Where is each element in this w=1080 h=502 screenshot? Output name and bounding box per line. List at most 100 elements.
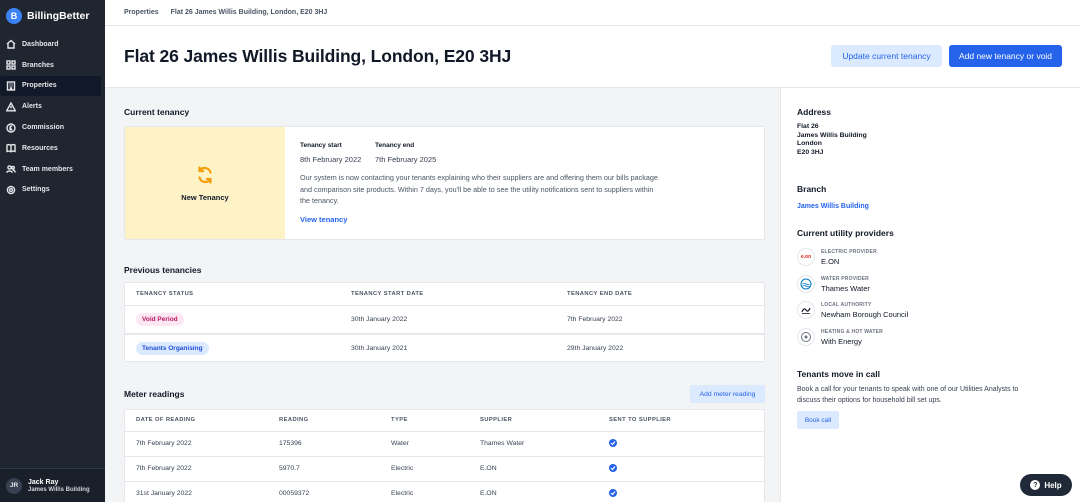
view-tenancy-link[interactable]: View tenancy: [300, 215, 347, 224]
provider-local-authority: LOCAL AUTHORITY Newham Borough Council: [797, 301, 908, 319]
table-row[interactable]: 7th February 2022 5970.7 Electric E.ON: [125, 456, 764, 481]
add-tenancy-button[interactable]: Add new tenancy or void: [949, 45, 1062, 67]
breadcrumb-properties[interactable]: Properties: [124, 9, 159, 16]
user-profile[interactable]: JR Jack Ray James Willis Building: [0, 468, 105, 502]
page-header: Flat 26 James Willis Building, London, E…: [105, 26, 1080, 88]
column-header: SENT TO SUPPLIER: [609, 417, 672, 424]
tenancy-badge-panel: New Tenancy: [125, 127, 285, 239]
column-header: SUPPLIER: [480, 417, 513, 424]
column-header: TENANCY STATUS: [136, 290, 194, 297]
table-row[interactable]: 7th February 2022 175396 Water Thames Wa…: [125, 431, 764, 456]
reading-type: Electric: [391, 490, 414, 498]
provider-heating: HEATING & HOT WATER With Energy: [797, 328, 883, 346]
meter-readings-title: Meter readings: [124, 389, 185, 399]
tenancy-start-label: Tenancy start: [300, 142, 342, 149]
table-row[interactable]: Void Period 30th January 2022 7th Februa…: [125, 305, 764, 334]
check-icon: [609, 489, 617, 498]
current-tenancy-card: New Tenancy Tenancy start 8th February 2…: [124, 126, 765, 240]
table-row[interactable]: Tenants Organising 30th January 2021 29t…: [125, 334, 764, 362]
provider-name: Thames Water: [821, 283, 870, 293]
reading-supplier: E.ON: [480, 490, 497, 498]
brand[interactable]: B BillingBetter: [6, 8, 89, 24]
building-icon: [6, 81, 16, 91]
column-header: READING: [279, 417, 309, 424]
column-header: TENANCY END DATE: [567, 290, 633, 297]
sidebar-item-dashboard[interactable]: Dashboard: [0, 34, 101, 55]
tenancy-start: Tenancy start 8th February 2022: [300, 142, 361, 164]
status-badge: Void Period: [136, 312, 184, 326]
help-icon: ?: [1030, 480, 1041, 490]
help-button[interactable]: ? Help: [1020, 474, 1072, 496]
provider-category: ELECTRIC PROVIDER: [821, 248, 877, 255]
sidebar-item-resources[interactable]: Resources: [0, 138, 101, 159]
provider-electric: e.on ELECTRIC PROVIDER E.ON: [797, 248, 877, 266]
provider-name: E.ON: [821, 256, 840, 266]
reading-supplier: Thames Water: [480, 440, 525, 447]
property-details-panel: Address Flat 26 James Willis Building Lo…: [780, 88, 1080, 502]
book-icon: [6, 143, 16, 154]
check-icon: [609, 439, 617, 447]
reading-supplier: E.ON: [480, 465, 497, 472]
column-header: TENANCY START DATE: [351, 290, 424, 297]
grid-icon: [6, 60, 16, 70]
reading-value: 00059372: [279, 490, 310, 498]
column-header: DATE OF READING: [136, 417, 196, 424]
breadcrumb: Properties Flat 26 James Willis Building…: [105, 0, 1080, 26]
reading-date: 7th February 2022: [136, 440, 192, 447]
sidebar: B BillingBetter Dashboard Branches Prope…: [0, 0, 105, 502]
user-branch: James Willis Building: [28, 486, 90, 493]
sidebar-item-label: Commission: [22, 124, 65, 132]
tenancy-end-label: Tenancy end: [375, 142, 415, 149]
address-line: E20 3HJ: [797, 148, 824, 156]
sidebar-nav: Dashboard Branches Properties Alerts Com…: [0, 34, 105, 200]
address-line: James Willis Building: [797, 131, 867, 139]
provider-name: Newham Borough Council: [821, 309, 909, 319]
users-icon: [6, 164, 16, 174]
home-icon: [6, 39, 16, 50]
table-row[interactable]: 31st January 2022 00059372 Electric E.ON: [125, 481, 764, 502]
start-date: 30th January 2021: [351, 345, 408, 352]
previous-tenancies-title: Previous tenancies: [124, 265, 202, 275]
help-label: Help: [1044, 480, 1062, 490]
tenancy-end: Tenancy end 7th February 2025: [375, 142, 436, 164]
provider-category: LOCAL AUTHORITY: [821, 301, 872, 308]
reading-value: 175396: [279, 440, 302, 447]
address-block: Flat 26 James Willis Building London E20…: [797, 123, 867, 157]
sidebar-item-properties[interactable]: Properties: [0, 75, 101, 97]
sidebar-item-label: Properties: [22, 82, 57, 90]
branch-link[interactable]: James Willis Building: [797, 203, 869, 210]
refresh-icon: [195, 165, 215, 187]
currency-icon: [6, 122, 16, 133]
move-in-call-description: Book a call for your tenants to speak wi…: [797, 386, 1019, 404]
branch-title: Branch: [797, 184, 827, 194]
reading-value: 5970.7: [279, 465, 300, 472]
council-logo-icon: [797, 301, 815, 319]
sidebar-item-settings[interactable]: Settings: [0, 180, 101, 201]
sidebar-item-label: Settings: [22, 186, 50, 194]
sidebar-item-alerts[interactable]: Alerts: [0, 96, 101, 117]
gear-icon: [6, 185, 16, 195]
sidebar-item-label: Resources: [22, 144, 58, 152]
column-header: TYPE: [391, 417, 408, 424]
alert-icon: [6, 101, 16, 112]
sidebar-item-branches[interactable]: Branches: [0, 55, 101, 76]
user-name: Jack Ray: [28, 478, 59, 486]
sidebar-item-commission[interactable]: Commission: [0, 117, 101, 138]
address-line: London: [797, 140, 822, 147]
reading-type: Electric: [391, 465, 414, 472]
sidebar-item-label: Alerts: [22, 103, 42, 111]
current-tenancy-title: Current tenancy: [124, 107, 190, 117]
sidebar-item-label: Branches: [22, 61, 54, 69]
thames-water-logo-icon: [797, 275, 815, 293]
provider-water: WATER PROVIDER Thames Water: [797, 275, 870, 293]
provider-name: With Energy: [821, 336, 862, 346]
new-tenancy-label: New Tenancy: [181, 192, 229, 202]
status-badge: Tenants Organising: [136, 342, 209, 355]
reading-date: 7th February 2022: [136, 465, 192, 472]
book-call-button[interactable]: Book call: [797, 411, 839, 429]
start-date: 30th January 2022: [351, 315, 408, 323]
update-tenancy-button[interactable]: Update current tenancy: [831, 45, 942, 67]
sidebar-item-team-members[interactable]: Team members: [0, 159, 101, 180]
add-meter-reading-button[interactable]: Add meter reading: [690, 385, 765, 403]
brand-name: BillingBetter: [27, 10, 90, 22]
